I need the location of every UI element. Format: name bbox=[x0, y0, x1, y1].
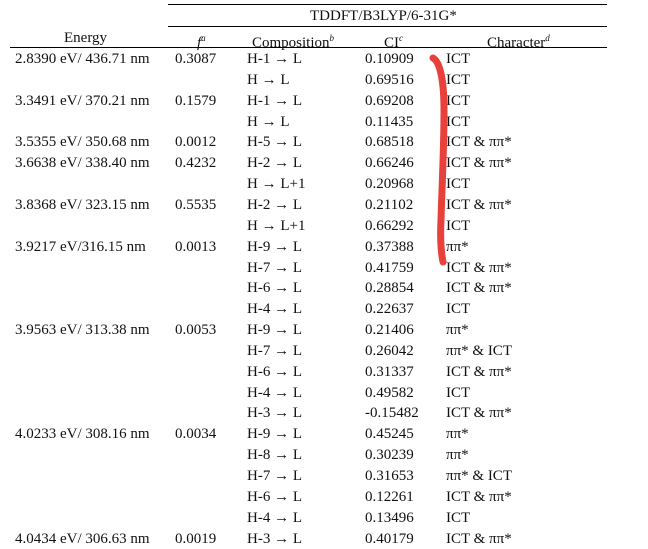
red-annotation-stroke bbox=[429, 54, 448, 266]
table-page: TDDFT/B3LYP/6-31G* Energy fa Composition… bbox=[0, 0, 648, 549]
